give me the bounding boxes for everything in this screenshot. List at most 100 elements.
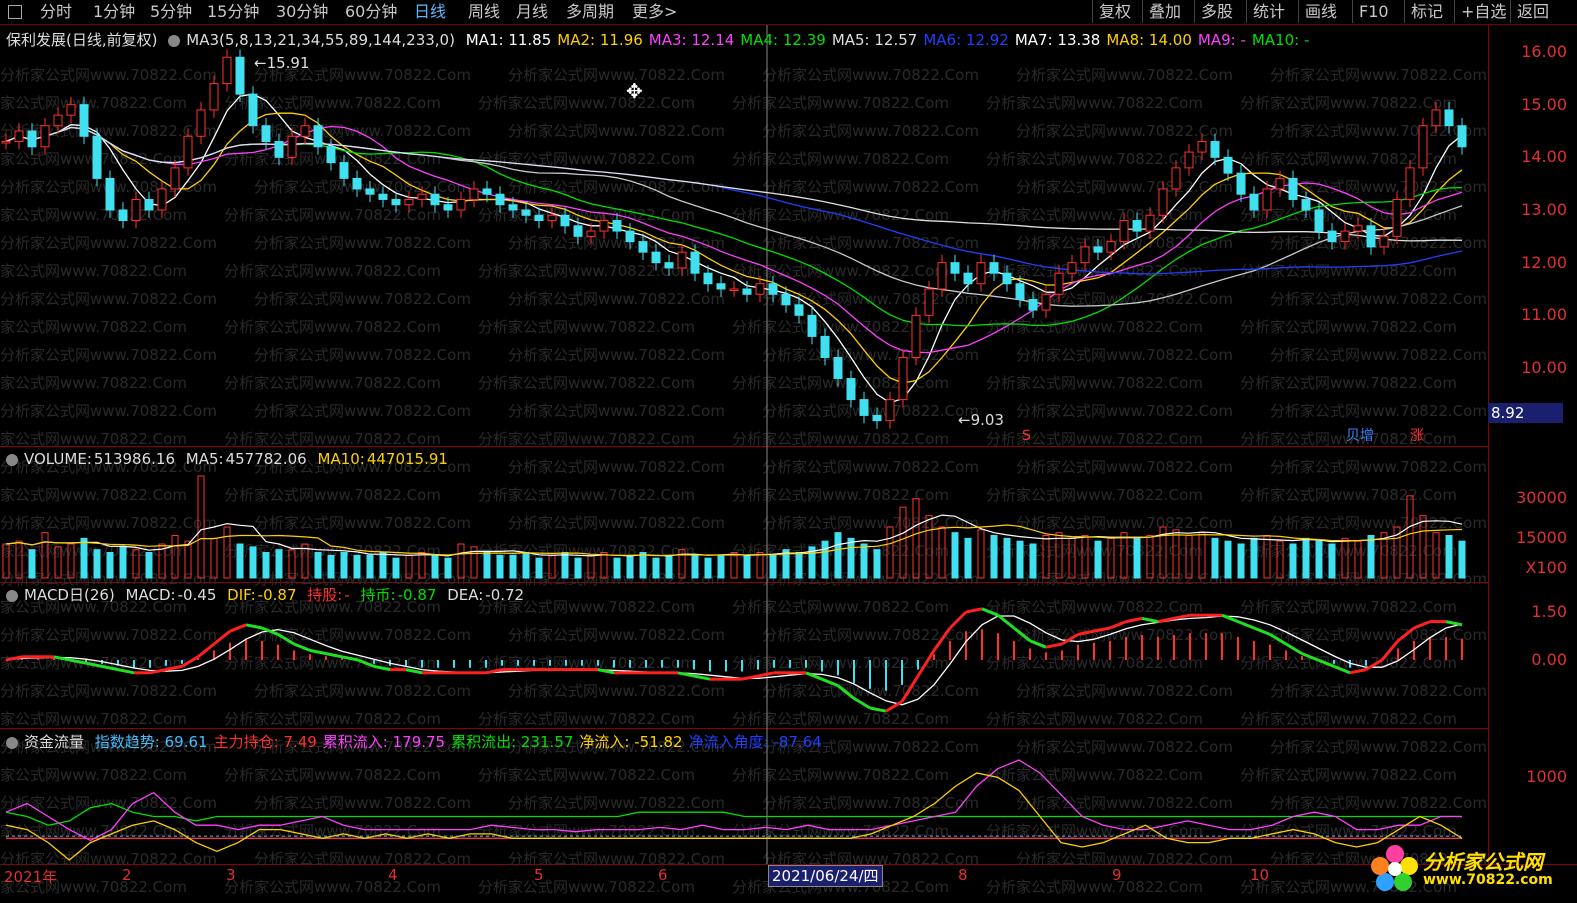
candle-body <box>1431 109 1441 127</box>
candle-body <box>898 356 908 401</box>
x-label-7: 9 <box>1112 866 1122 884</box>
x-label-3: 4 <box>388 866 398 884</box>
volume-bar <box>1315 540 1323 579</box>
candle-body <box>326 146 336 164</box>
watermark-text: 分析家公式网www.70822.Com <box>732 598 949 616</box>
price-tick-4: 12.00 <box>1521 252 1567 272</box>
ma-value-5: MA5: 12.57 <box>831 31 918 49</box>
candle-body <box>664 262 674 269</box>
candle-body <box>547 214 557 222</box>
candle-body <box>443 204 453 211</box>
watermark-text: 分析家公式网www.70822.Com <box>986 150 1203 168</box>
volume-bar <box>704 557 712 579</box>
candle-body <box>885 399 895 422</box>
watermark-text: 分析家公式网www.70822.Com <box>224 374 441 392</box>
watermark-text: 分析家公式网www.70822.Com <box>254 178 471 196</box>
dif-line-segment <box>1253 626 1271 636</box>
volume-bar <box>691 554 699 579</box>
watermark-text: 分析家公式网www.70822.Com <box>508 794 725 812</box>
candle-body <box>1301 198 1311 211</box>
candle-body <box>1444 109 1454 127</box>
candle-body <box>508 204 518 211</box>
watermark-text: 分析家公式网www.70822.Com <box>1270 794 1487 812</box>
macd-circle-icon[interactable] <box>6 589 18 602</box>
candle-body <box>417 193 427 200</box>
coin-value: -0.87 <box>397 586 437 604</box>
watermark-text: 分析家公式网www.70822.Com <box>508 66 725 84</box>
watermark-text: 分析家公式网www.70822.Com <box>0 794 217 812</box>
flow-circle-icon[interactable] <box>6 736 18 749</box>
watermark-text: 分析家公式网www.70822.Com <box>986 262 1203 280</box>
volume-bar <box>990 535 998 579</box>
volume-bar <box>665 554 673 579</box>
candle-body <box>495 193 505 206</box>
candle-body <box>1210 141 1220 158</box>
watermark-text: 分析家公式网www.70822.Com <box>1270 122 1487 140</box>
candle-body <box>1015 283 1025 301</box>
volume-bar <box>873 549 881 579</box>
volume-tick-0: 30000 <box>1516 488 1567 507</box>
watermark-text: 分析家公式网www.70822.Com <box>762 570 979 588</box>
dif-line-segment <box>1125 616 1143 624</box>
candle-body <box>534 214 544 222</box>
volume-bar <box>1224 540 1232 579</box>
volume-ma5: 457782.06 <box>225 450 307 468</box>
volume-circle-icon[interactable] <box>6 453 18 466</box>
dif-line-segment <box>1045 642 1063 649</box>
watermark-text: 分析家公式网www.70822.Com <box>508 290 725 308</box>
watermark-text: 分析家公式网www.70822.Com <box>762 794 979 812</box>
watermark-text: 分析家公式网www.70822.Com <box>0 262 187 280</box>
watermark-text: 分析家公式网www.70822.Com <box>732 822 949 840</box>
watermark-text: 分析家公式网www.70822.Com <box>0 766 187 784</box>
volume-ma5-label: MA5: <box>185 450 224 468</box>
x-label-4: 5 <box>534 866 544 884</box>
volume-bar <box>639 552 647 579</box>
watermark-text: 分析家公式网www.70822.Com <box>1016 346 1233 364</box>
candle-body <box>1145 214 1155 232</box>
watermark-text: 分析家公式网www.70822.Com <box>1016 458 1233 476</box>
candle-body <box>716 283 726 290</box>
watermark-text: 分析家公式网www.70822.Com <box>1270 402 1487 420</box>
volume-tick-1: 15000 <box>1516 528 1567 547</box>
volume-bar <box>28 549 36 579</box>
candle-body <box>248 93 258 127</box>
candle-body <box>1106 241 1116 253</box>
candle-body <box>1249 193 1259 211</box>
watermark-text: 分析家公式网www.70822.Com <box>0 402 217 420</box>
candle-body <box>261 125 271 143</box>
watermark-text: 分析家公式网www.70822.Com <box>1240 486 1457 504</box>
watermark-text: 分析家公式网www.70822.Com <box>1240 318 1457 336</box>
candle-body <box>872 414 882 422</box>
watermark-text: 分析家公式网www.70822.Com <box>986 374 1203 392</box>
candle-body <box>287 135 297 158</box>
macd-title: MACD日(26) <box>24 586 115 604</box>
candle-body <box>79 104 89 137</box>
candle-body <box>677 251 687 269</box>
volume-bar <box>574 557 582 579</box>
watermark-text: 分析家公式网www.70822.Com <box>732 430 949 448</box>
volume-bar <box>821 540 829 579</box>
watermark-text: 分析家公式网www.70822.Com <box>0 626 217 644</box>
watermark-text: 分析家公式网www.70822.Com <box>508 402 725 420</box>
cursor-date: 2021/06/24/四 <box>768 865 883 887</box>
watermark-text: 分析家公式网www.70822.Com <box>762 122 979 140</box>
watermark-text: 分析家公式网www.70822.Com <box>508 122 725 140</box>
watermark-text: 分析家公式网www.70822.Com <box>762 514 979 532</box>
current-price-box: 8.92 <box>1488 403 1563 423</box>
candle-body <box>1 141 11 144</box>
candle-body <box>859 399 869 416</box>
volume-ma10-label: MA10: <box>317 450 365 468</box>
watermark-text: 分析家公式网www.70822.Com <box>1016 794 1233 812</box>
candle-body <box>339 162 349 179</box>
watermark-text: 分析家公式网www.70822.Com <box>986 598 1203 616</box>
watermark-text: 分析家公式网www.70822.Com <box>986 94 1203 112</box>
price-tick-3: 13.00 <box>1521 200 1567 219</box>
volume-bar <box>1458 540 1466 579</box>
price-tick-2: 14.00 <box>1521 147 1567 167</box>
settings-circle-icon[interactable] <box>168 34 181 47</box>
volume-bar <box>1406 495 1414 579</box>
x-label-6: 8 <box>958 866 968 884</box>
candle-body <box>352 177 362 190</box>
signal-marker-2: 涨 <box>1410 428 1424 444</box>
candle-body <box>469 188 479 200</box>
